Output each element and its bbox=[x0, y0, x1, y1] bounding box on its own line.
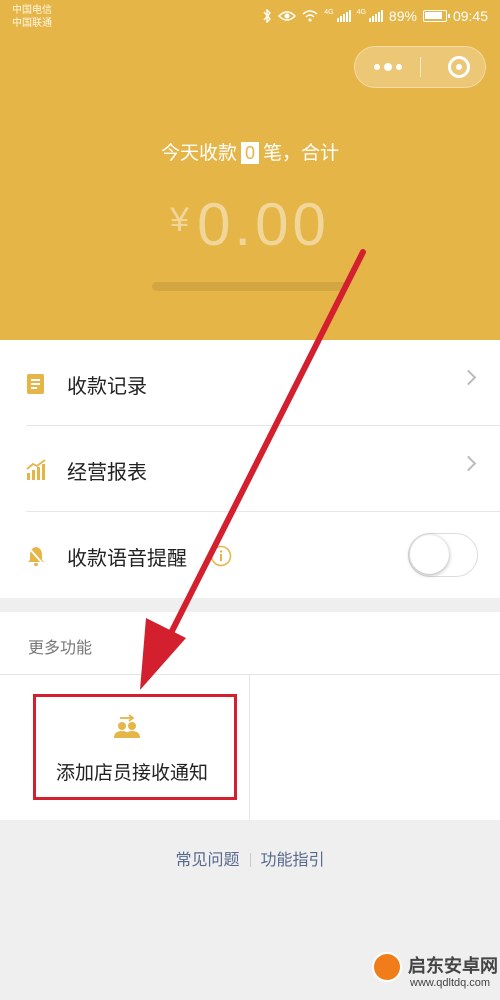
status-bar: 中国电信 中国联通 4G 4G 89% 09:45 bbox=[0, 0, 500, 34]
more-button[interactable] bbox=[355, 47, 420, 87]
divider bbox=[249, 674, 250, 820]
watermark-url: www.qdltdq.com bbox=[410, 977, 491, 989]
network-type-2: 4G bbox=[356, 8, 366, 16]
chevron-right-icon bbox=[460, 455, 477, 472]
today-summary: 今天收款 0 笔，合计 bbox=[0, 138, 500, 165]
chevron-right-icon bbox=[460, 369, 477, 386]
amount-value: 0.00 bbox=[197, 191, 330, 258]
signal-icon-1 bbox=[336, 10, 351, 22]
toggle-knob bbox=[410, 535, 449, 574]
chart-icon bbox=[26, 459, 46, 480]
voice-reminder-toggle[interactable] bbox=[408, 533, 478, 577]
total-amount: ¥0.00 bbox=[0, 190, 500, 259]
status-icons: 4G 4G 89% 09:45 bbox=[262, 8, 488, 24]
menu-label-voice: 收款语音提醒 bbox=[67, 548, 187, 570]
annotation-highlight-box bbox=[33, 694, 237, 800]
bluetooth-icon bbox=[263, 9, 272, 23]
capsule-divider bbox=[420, 57, 421, 77]
carrier-2: 中国联通 bbox=[12, 18, 52, 29]
eye-icon bbox=[278, 11, 297, 21]
currency-symbol: ¥ bbox=[170, 201, 190, 239]
transaction-count: 0 bbox=[240, 142, 259, 164]
guide-link[interactable]: 功能指引 bbox=[251, 846, 335, 870]
watermark-name: 启东安卓网 bbox=[408, 956, 498, 976]
target-close-icon bbox=[448, 56, 470, 78]
battery-percent: 89% bbox=[388, 8, 417, 24]
footer-links: 常见问题 功能指引 bbox=[0, 846, 500, 870]
battery-icon bbox=[422, 10, 450, 22]
menu-item-records[interactable]: 收款记录 bbox=[0, 340, 500, 426]
more-features-title: 更多功能 bbox=[28, 640, 93, 657]
clock: 09:45 bbox=[452, 8, 488, 24]
menu-item-report[interactable]: 经营报表 bbox=[0, 426, 500, 512]
bell-mute-icon bbox=[27, 546, 45, 566]
amount-placeholder-bar bbox=[152, 282, 348, 291]
menu-label-records: 收款记录 bbox=[67, 376, 147, 398]
divider bbox=[0, 674, 500, 675]
faq-link[interactable]: 常见问题 bbox=[165, 846, 249, 870]
wifi-icon bbox=[302, 10, 318, 22]
summary-prefix: 今天收款 bbox=[160, 143, 237, 164]
more-dots-icon bbox=[383, 63, 392, 71]
signal-icon-2 bbox=[368, 10, 383, 22]
carrier-1: 中国电信 bbox=[12, 5, 52, 16]
close-button[interactable] bbox=[431, 47, 487, 87]
watermark-logo bbox=[372, 952, 402, 982]
document-icon bbox=[27, 374, 44, 394]
menu-label-report: 经营报表 bbox=[67, 462, 147, 484]
summary-suffix: 笔，合计 bbox=[263, 143, 340, 164]
mini-program-capsule bbox=[354, 46, 486, 88]
info-icon[interactable] bbox=[210, 545, 232, 567]
network-type-1: 4G bbox=[324, 8, 334, 16]
header-panel: 中国电信 中国联通 4G 4G 89% 09:45 今天收款 0 笔，合计 ¥0.0… bbox=[0, 0, 500, 340]
